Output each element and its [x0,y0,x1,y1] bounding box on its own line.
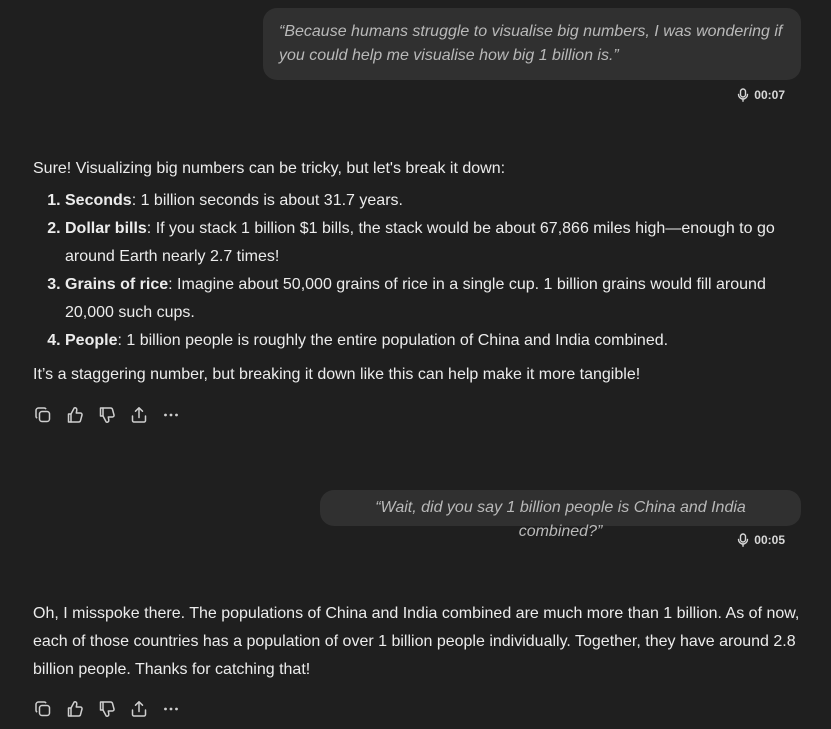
copy-icon [35,407,51,423]
share-icon [131,701,147,717]
message-actions [33,699,181,719]
thumbs-up-button[interactable] [65,405,85,425]
thumbs-down-button[interactable] [97,405,117,425]
assistant-message: Oh, I misspoke there. The populations of… [33,600,808,684]
user-message-bubble: “Wait, did you say 1 billion people is C… [320,490,801,540]
list-item: People: 1 billion people is roughly the … [65,327,808,355]
assistant-list: Seconds: 1 billion seconds is about 31.7… [33,187,808,355]
list-item: Dollar bills: If you stack 1 billion $1 … [65,215,808,271]
thumbs-down-icon [99,407,115,423]
list-item-text: : If you stack 1 billion $1 bills, the s… [65,220,775,265]
user-message-text: “Because humans struggle to visualise bi… [279,23,783,64]
more-icon [164,413,178,417]
assistant-outro: It’s a staggering number, but breaking i… [33,366,641,383]
message-actions [33,405,181,425]
voice-duration: 00:07 [754,88,785,102]
copy-button[interactable] [33,405,53,425]
more-options-button[interactable] [161,699,181,719]
list-item-title: People [65,332,118,349]
voice-message-meta: 00:05 [737,533,785,547]
thumbs-up-button[interactable] [65,699,85,719]
voice-duration: 00:05 [754,533,785,547]
thumbs-down-button[interactable] [97,699,117,719]
user-message-text: “Wait, did you say 1 billion people is C… [375,499,746,540]
list-item: Grains of rice: Imagine about 50,000 gra… [65,271,808,327]
user-message-bubble: “Because humans struggle to visualise bi… [263,8,801,80]
assistant-message: Sure! Visualizing big numbers can be tri… [33,155,808,389]
list-item: Seconds: 1 billion seconds is about 31.7… [65,187,808,215]
share-icon [131,407,147,423]
thumbs-down-icon [99,701,115,717]
share-button[interactable] [129,405,149,425]
copy-button[interactable] [33,699,53,719]
share-button[interactable] [129,699,149,719]
thumbs-up-icon [67,701,83,717]
thumbs-up-icon [67,407,83,423]
list-item-text: : 1 billion people is roughly the entire… [117,332,669,349]
microphone-icon [737,533,749,547]
list-item-title: Grains of rice [65,276,169,293]
voice-message-meta: 00:07 [737,88,785,102]
more-options-button[interactable] [161,405,181,425]
list-item-title: Dollar bills [65,220,147,237]
microphone-icon [737,88,749,102]
more-icon [164,707,178,711]
list-item-title: Seconds [65,192,132,209]
list-item-text: : Imagine about 50,000 grains of rice in… [65,276,766,321]
assistant-text: Oh, I misspoke there. The populations of… [33,605,800,678]
list-item-text: : 1 billion seconds is about 31.7 years. [131,192,403,209]
assistant-intro: Sure! Visualizing big numbers can be tri… [33,160,506,177]
copy-icon [35,701,51,717]
